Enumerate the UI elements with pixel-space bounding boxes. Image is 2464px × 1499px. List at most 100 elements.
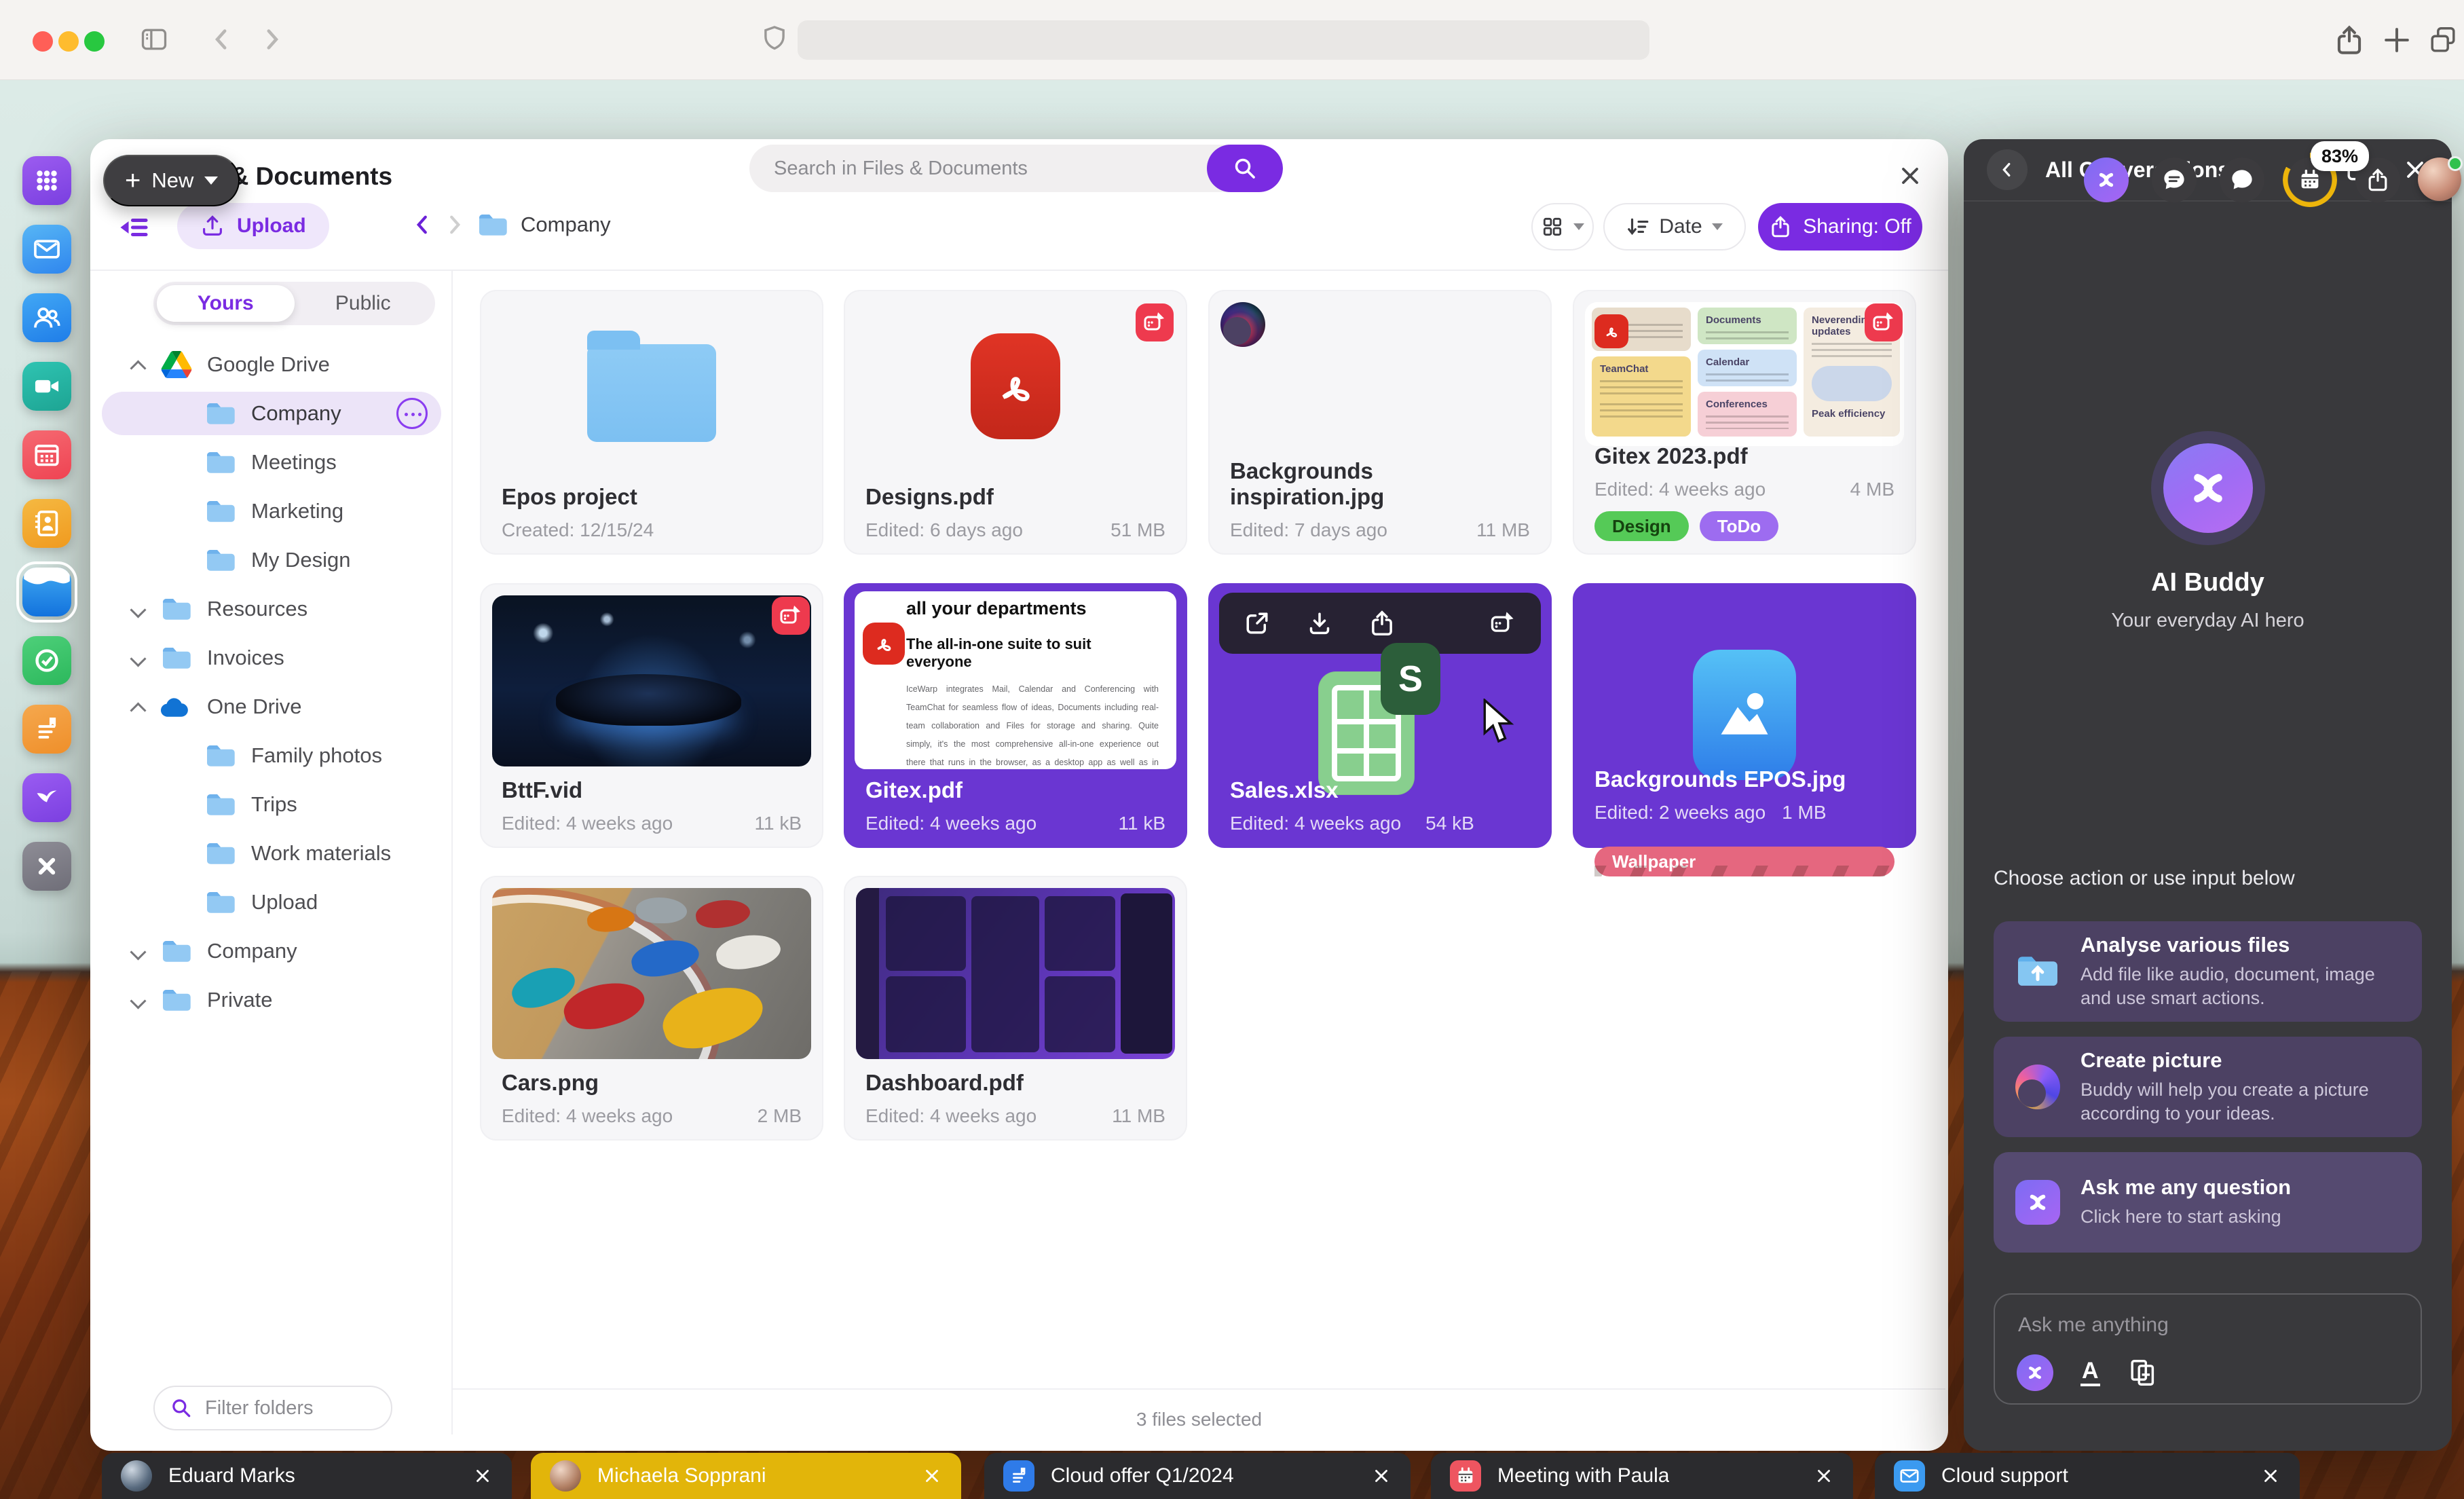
chevron-down-icon[interactable]: [131, 944, 146, 959]
window-minimize-traffic-light[interactable]: [58, 31, 79, 52]
window-zoom-traffic-light[interactable]: [84, 31, 105, 52]
file-card-gitex-pdf-selected[interactable]: all your departments The all-in-one suit…: [844, 583, 1187, 848]
file-card-dashboard-pdf[interactable]: Dashboard.pdf Edited: 4 weeks ago 11 MB: [844, 876, 1187, 1141]
back-button[interactable]: [1987, 149, 2028, 190]
sort-button[interactable]: Date: [1603, 203, 1746, 251]
taskbar-tab-michaela-sopprani[interactable]: Michaela Sopprani: [531, 1453, 961, 1499]
pin-edit-badge[interactable]: [772, 597, 810, 635]
tree-item-work-materials[interactable]: Work materials: [102, 832, 441, 875]
download-icon[interactable]: [1306, 610, 1333, 637]
chevron-down-icon[interactable]: [131, 602, 146, 616]
upload-button[interactable]: Upload: [177, 203, 329, 249]
address-bar[interactable]: [798, 20, 1649, 60]
tag-todo[interactable]: ToDo: [1700, 511, 1779, 541]
chevron-down-icon[interactable]: [131, 993, 146, 1007]
chevron-up-icon[interactable]: [131, 699, 146, 714]
tree-item-google-drive[interactable]: Google Drive: [102, 343, 441, 386]
sharing-toggle-button[interactable]: Sharing: Off: [1758, 203, 1922, 251]
breadcrumb-forward-icon[interactable]: [441, 211, 468, 238]
browser-share-icon[interactable]: [2334, 24, 2365, 56]
tab-yours[interactable]: Yours: [157, 285, 295, 322]
taskbar-tab-meeting-with-paula[interactable]: Meeting with Paula: [1431, 1453, 1853, 1499]
taskbar-tab-cloud-offer[interactable]: Cloud offer Q1/2024: [984, 1453, 1411, 1499]
files-app-button[interactable]: [22, 568, 71, 616]
ai-buddy-button[interactable]: [2084, 158, 2129, 202]
file-card-backgrounds-epos-selected[interactable]: Backgrounds EPOS.jpg Edited: 2 weeks ago…: [1573, 583, 1916, 848]
file-card-bttf-vid[interactable]: BttF.vid Edited: 4 weeks ago 11 kB: [480, 583, 823, 848]
tag-wallpaper[interactable]: Wallpaper: [1594, 847, 1894, 876]
tree-item-marketing[interactable]: Marketing: [102, 489, 441, 533]
file-card-designs-pdf[interactable]: Designs.pdf Edited: 6 days ago 51 MB: [844, 290, 1187, 555]
view-mode-button[interactable]: [1531, 203, 1594, 251]
tree-item-company[interactable]: Company: [102, 392, 441, 435]
calendar-app-button[interactable]: [22, 430, 71, 479]
tab-close-button[interactable]: [2260, 1466, 2281, 1486]
meetings-app-button[interactable]: [22, 362, 71, 411]
search-button[interactable]: [1207, 145, 1283, 192]
attach-document-button[interactable]: [2127, 1357, 2159, 1388]
messages-button[interactable]: [2220, 158, 2264, 202]
filter-folders-input[interactable]: [204, 1396, 376, 1420]
tree-item-resources[interactable]: Resources: [102, 587, 441, 631]
tree-item-upload[interactable]: Upload: [102, 881, 441, 924]
tab-public[interactable]: Public: [295, 285, 432, 322]
tasks-app-button[interactable]: [22, 636, 71, 685]
pin-edit-icon[interactable]: [1489, 610, 1516, 637]
tree-item-trips[interactable]: Trips: [102, 783, 441, 826]
pin-edit-badge[interactable]: [1865, 303, 1903, 341]
tree-item-one-drive[interactable]: One Drive: [102, 685, 441, 728]
tree-item-family-photos[interactable]: Family photos: [102, 734, 441, 777]
file-card-sales-xlsx-selected[interactable]: S Sales.xlsx Edited: 4 weeks ago 54 kB: [1208, 583, 1552, 848]
tag-design[interactable]: Design: [1594, 511, 1689, 541]
taskbar-tab-eduard-marks[interactable]: Eduard Marks: [102, 1453, 512, 1499]
tree-item-my-design[interactable]: My Design: [102, 538, 441, 582]
file-card-cars-png[interactable]: Cars.png Edited: 4 weeks ago 2 MB: [480, 876, 823, 1141]
contacts-app-button[interactable]: [22, 293, 71, 342]
tab-close-button[interactable]: [472, 1466, 493, 1486]
chevron-down-icon[interactable]: [131, 650, 146, 665]
chevron-up-icon[interactable]: [131, 357, 146, 372]
action-analyse-files[interactable]: Analyse various files Add file like audi…: [1994, 921, 2422, 1022]
tree-item-company-2[interactable]: Company: [102, 929, 441, 973]
open-external-icon[interactable]: [1244, 610, 1271, 637]
tree-item-invoices[interactable]: Invoices: [102, 636, 441, 680]
apps-launcher-button[interactable]: [22, 156, 71, 205]
ai-mode-button[interactable]: [2017, 1354, 2053, 1391]
tab-close-button[interactable]: [1814, 1466, 1834, 1486]
file-card-epos-project[interactable]: Epos project Created: 12/15/24: [480, 290, 823, 555]
search-input[interactable]: [749, 158, 1207, 180]
file-card-backgrounds-inspiration[interactable]: Backgrounds inspiration.jpg Edited: 7 da…: [1208, 290, 1552, 555]
user-avatar[interactable]: [2418, 158, 2461, 201]
ask-me-anything-input[interactable]: [1995, 1295, 2421, 1337]
browser-forward-icon[interactable]: [257, 24, 286, 54]
taskbar-tab-cloud-support[interactable]: Cloud support: [1875, 1453, 2300, 1499]
v-logo-app-button[interactable]: [22, 773, 71, 822]
window-close-traffic-light[interactable]: [33, 31, 53, 52]
browser-back-icon[interactable]: [207, 24, 237, 54]
window-close-button[interactable]: [1892, 158, 1928, 193]
mail-app-button[interactable]: [22, 225, 71, 274]
browser-tab-overview-icon[interactable]: [2427, 24, 2459, 56]
tree-item-private[interactable]: Private: [102, 978, 441, 1022]
file-name: Sales.xlsx: [1230, 777, 1530, 803]
tree-item-meetings[interactable]: Meetings: [102, 441, 441, 484]
address-book-app-button[interactable]: [22, 499, 71, 548]
breadcrumb-back-icon[interactable]: [409, 211, 436, 238]
new-button[interactable]: + New: [103, 155, 240, 206]
browser-new-tab-icon[interactable]: [2381, 24, 2412, 56]
collapse-sidebar-button[interactable]: [117, 211, 150, 244]
pin-edit-badge[interactable]: [1136, 303, 1174, 341]
action-ask-question[interactable]: Ask me any question Click here to start …: [1994, 1152, 2422, 1253]
tab-close-button[interactable]: [1371, 1466, 1392, 1486]
tab-close-button[interactable]: [922, 1466, 942, 1486]
utilities-app-button[interactable]: [22, 842, 71, 891]
breadcrumb-current-folder[interactable]: Company: [521, 212, 611, 237]
action-create-picture[interactable]: Create picture Buddy will help you creat…: [1994, 1037, 2422, 1137]
folder-options-button[interactable]: [396, 398, 428, 429]
notes-app-button[interactable]: [22, 705, 71, 754]
text-format-button[interactable]: A: [2080, 1359, 2100, 1386]
teamchat-button[interactable]: [2152, 158, 2197, 202]
share-icon[interactable]: [1368, 610, 1396, 637]
file-card-gitex-2023-pdf[interactable]: TeamChat Documents Calendar Conferences …: [1573, 290, 1916, 555]
browser-sidebar-icon[interactable]: [139, 24, 169, 54]
